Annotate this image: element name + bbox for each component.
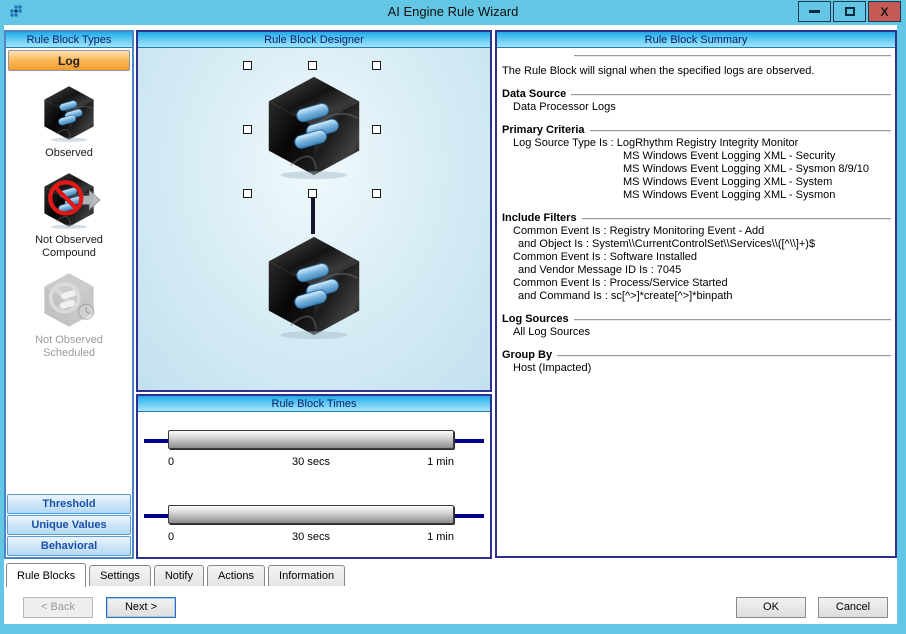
slider-range-bar[interactable] (168, 505, 454, 524)
wizard-tab-bar: Rule Blocks Settings Notify Actions Info… (6, 562, 348, 587)
rule-block-summary-header: Rule Block Summary (497, 32, 895, 48)
rule-block-type-observed[interactable]: Observed (6, 83, 132, 160)
section-line: MS Windows Event Logging XML - System (502, 176, 891, 189)
section-line: Common Event Is : Software Installed (502, 251, 891, 264)
rule-block-types-header: Rule Block Types (6, 32, 132, 48)
section-line: Common Event Is : Process/Service Starte… (502, 277, 891, 290)
not-observed-compound-label: Not Observed Compound (19, 234, 119, 260)
section-line: All Log Sources (502, 326, 891, 339)
section-title: Data Source (502, 88, 891, 101)
summary-section-include-filters: Include Filters Common Event Is : Regist… (502, 212, 891, 303)
slider-end-label: 1 min (427, 456, 454, 468)
slider-mid-label: 30 secs (168, 531, 454, 543)
slider-mid-label: 30 secs (168, 456, 454, 468)
summary-section-group-by: Group By Host (Impacted) (502, 349, 891, 375)
summary-body: The Rule Block will signal when the spec… (497, 48, 895, 556)
section-title: Log Sources (502, 313, 891, 326)
minimize-button[interactable] (798, 1, 831, 22)
section-line: and Command Is : sc[^>]*create[^>]*binpa… (502, 290, 891, 303)
next-button[interactable]: Next > (106, 597, 176, 618)
back-button[interactable]: < Back (23, 597, 93, 618)
section-line: MS Windows Event Logging XML - Sysmon 8/… (502, 163, 891, 176)
section-title: Group By (502, 349, 891, 362)
behavioral-category-button[interactable]: Behavioral (7, 536, 131, 556)
designer-canvas[interactable] (138, 48, 490, 390)
summary-section-log-sources: Log Sources All Log Sources (502, 313, 891, 339)
close-icon: X (880, 5, 888, 19)
selection-handle[interactable] (243, 125, 252, 134)
left-panel-spacer (6, 360, 132, 494)
section-title: Include Filters (502, 212, 891, 225)
close-button[interactable]: X (868, 1, 901, 22)
rule-block-types-panel: Rule Block Types Log Observed Not Observ… (4, 30, 134, 559)
not-observed-scheduled-cube-icon (36, 270, 102, 330)
selection-handle[interactable] (308, 189, 317, 198)
selection-handle[interactable] (243, 189, 252, 198)
rule-block-type-not-observed-scheduled: Not Observed Scheduled (6, 270, 132, 360)
titlebar[interactable]: AI Engine Rule Wizard X (0, 0, 906, 25)
cancel-button[interactable]: Cancel (818, 597, 888, 618)
rule-block-times-panel: Rule Block Times 0 30 secs 1 min 0 30 se… (136, 394, 492, 559)
time-slider-2: 0 30 secs 1 min (144, 501, 484, 549)
slider-range-bar[interactable] (168, 430, 454, 449)
slider-end-label: 1 min (427, 531, 454, 543)
selection-handle[interactable] (243, 61, 252, 70)
rule-block-connector-line (311, 198, 315, 234)
minimize-icon (809, 10, 820, 13)
not-observed-scheduled-label: Not Observed Scheduled (19, 334, 119, 360)
rule-block-times-header: Rule Block Times (138, 396, 490, 412)
section-line: Data Processor Logs (502, 101, 891, 114)
ai-engine-rule-wizard-window: AI Engine Rule Wizard X Rule Block Types… (0, 0, 906, 634)
rule-block-1-cube[interactable] (255, 70, 373, 182)
rule-block-designer-panel: Rule Block Designer (136, 30, 492, 392)
selection-handle[interactable] (372, 189, 381, 198)
tab-actions[interactable]: Actions (207, 565, 265, 586)
rule-block-2-cube[interactable] (255, 230, 373, 342)
section-line: Log Source Type Is : LogRhythm Registry … (502, 137, 891, 150)
not-observed-compound-cube-icon (36, 170, 102, 230)
selection-handle[interactable] (308, 61, 317, 70)
tab-settings[interactable]: Settings (89, 565, 151, 586)
threshold-category-button[interactable]: Threshold (7, 494, 131, 514)
maximize-button[interactable] (833, 1, 866, 22)
ok-button[interactable]: OK (736, 597, 806, 618)
log-category-button[interactable]: Log (8, 50, 130, 71)
maximize-icon (845, 7, 855, 16)
rule-block-designer-header: Rule Block Designer (138, 32, 490, 48)
selection-handle[interactable] (372, 125, 381, 134)
section-line: Host (Impacted) (502, 362, 891, 375)
observed-cube-icon (36, 83, 102, 143)
summary-top-rule (574, 55, 891, 57)
window-title: AI Engine Rule Wizard (0, 4, 906, 19)
section-line: Common Event Is : Registry Monitoring Ev… (502, 225, 891, 238)
summary-intro-text: The Rule Block will signal when the spec… (502, 65, 891, 78)
time-slider-1: 0 30 secs 1 min (144, 426, 484, 474)
unique-values-category-button[interactable]: Unique Values (7, 515, 131, 535)
summary-section-primary-criteria: Primary Criteria Log Source Type Is : Lo… (502, 124, 891, 202)
tab-notify[interactable]: Notify (154, 565, 204, 586)
section-line: MS Windows Event Logging XML - Sysmon (502, 189, 891, 202)
window-controls: X (798, 1, 901, 22)
summary-section-data-source: Data Source Data Processor Logs (502, 88, 891, 114)
rule-block-summary-panel: Rule Block Summary The Rule Block will s… (495, 30, 897, 558)
rule-block-type-not-observed-compound[interactable]: Not Observed Compound (6, 170, 132, 260)
tab-information[interactable]: Information (268, 565, 345, 586)
tab-rule-blocks[interactable]: Rule Blocks (6, 563, 86, 587)
selection-handle[interactable] (372, 61, 381, 70)
section-line: and Vendor Message ID Is : 7045 (502, 264, 891, 277)
section-title: Primary Criteria (502, 124, 891, 137)
slider-labels: 0 30 secs 1 min (168, 531, 454, 545)
section-line: and Object Is : System\\CurrentControlSe… (502, 238, 891, 251)
section-line: MS Windows Event Logging XML - Security (502, 150, 891, 163)
observed-label: Observed (19, 147, 119, 160)
slider-labels: 0 30 secs 1 min (168, 456, 454, 470)
